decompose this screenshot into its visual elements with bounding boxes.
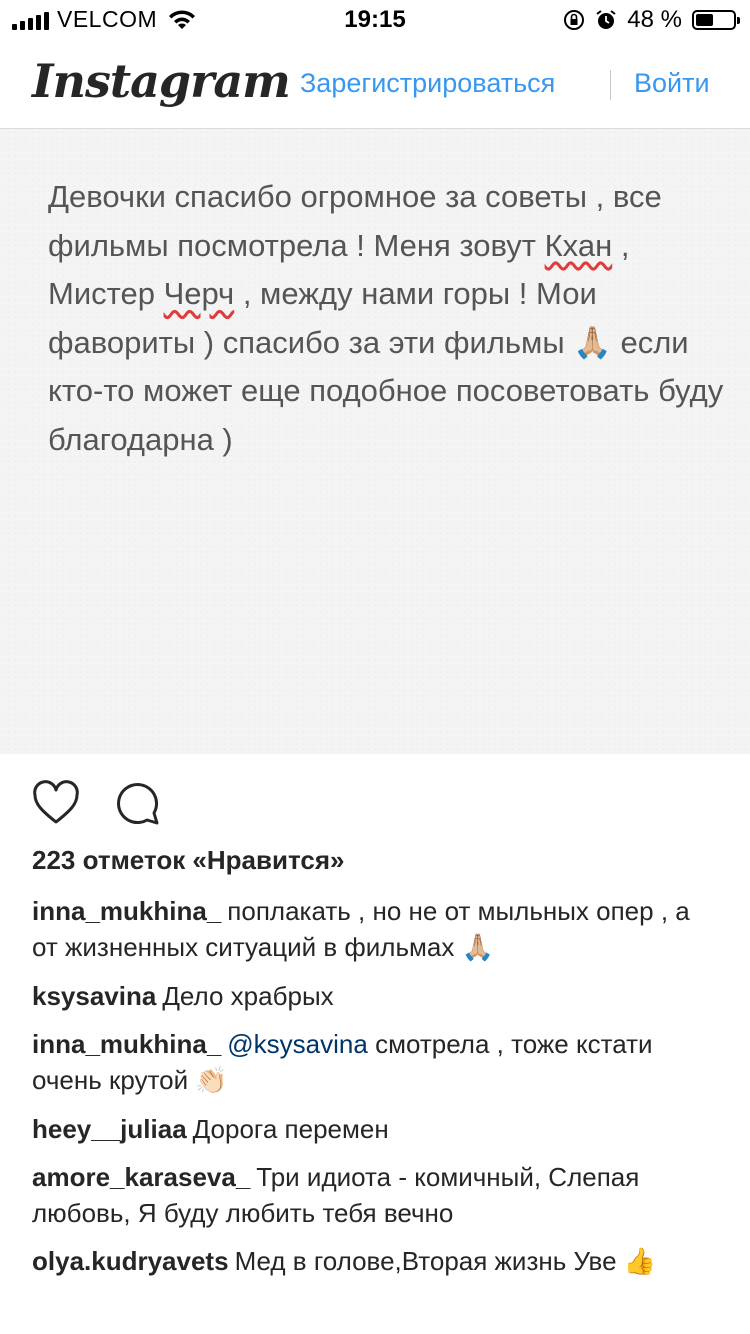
- praying-hands-emoji: 🙏🏼: [573, 324, 612, 361]
- comments-list: inna_mukhina_ поплакать , но не от мыльны…: [32, 893, 722, 1292]
- alarm-icon: [596, 10, 616, 29]
- comment-text: Дорога перемен: [192, 1114, 389, 1144]
- comment-username[interactable]: olya.kudryavets: [32, 1246, 229, 1276]
- comment: heey__juliaa Дорога перемен: [32, 1111, 722, 1147]
- comment-text: Мед в голове,Вторая жизнь Уве: [234, 1246, 617, 1276]
- post-text-misspelled-word: Кхан: [544, 227, 613, 263]
- comment-username[interactable]: inna_mukhina_: [32, 1029, 221, 1059]
- comment: inna_mukhina_ @ksysavina смотрела , тоже …: [32, 1026, 722, 1099]
- signup-link[interactable]: Зарегистрироваться: [300, 68, 555, 99]
- thumbs-up-emoji: 👍: [623, 1247, 657, 1277]
- comment: ksysavina Дело храбрых: [32, 978, 722, 1014]
- status-right: 48 %: [563, 6, 740, 34]
- status-bar: VELCOM 19:15 48 %: [0, 0, 750, 40]
- likes-count[interactable]: 223 отметок «Нравится»: [32, 845, 344, 876]
- battery-percent: 48 %: [627, 6, 682, 33]
- comment-text: Дело храбрых: [162, 981, 334, 1011]
- nav-divider: [610, 70, 611, 100]
- post-image[interactable]: Девочки спасибо огромное за советы , все…: [0, 129, 750, 754]
- top-nav: Instagram Зарегистрироваться Войти: [0, 40, 750, 129]
- comment-icon[interactable]: [114, 780, 162, 826]
- comment-username[interactable]: ksysavina: [32, 981, 156, 1011]
- post-actions: [32, 780, 162, 826]
- comment-username[interactable]: amore_karaseva_: [32, 1162, 250, 1192]
- comment: inna_mukhina_ поплакать , но не от мыльны…: [32, 893, 722, 966]
- rotation-lock-icon: [564, 10, 585, 30]
- comment-username[interactable]: heey__juliaa: [32, 1114, 187, 1144]
- post-image-text: Девочки спасибо огромное за советы , все…: [48, 173, 728, 464]
- login-link[interactable]: Войти: [634, 68, 710, 99]
- comment: amore_karaseva_ Три идиота - комичный, Сл…: [32, 1159, 722, 1231]
- instagram-logo[interactable]: Instagram: [32, 54, 291, 108]
- comment-mention[interactable]: @ksysavina: [227, 1029, 368, 1059]
- comment-username[interactable]: inna_mukhina_: [32, 896, 221, 926]
- praying-hands-emoji: 🙏🏼: [461, 933, 494, 963]
- clapping-hands-emoji: 👏🏻: [195, 1066, 228, 1096]
- heart-icon[interactable]: [32, 780, 80, 826]
- comment: olya.kudryavets Мед в голове,Вторая жизнь…: [32, 1243, 722, 1280]
- battery-icon: [692, 10, 740, 30]
- post-text-misspelled-word: Черч: [163, 276, 235, 311]
